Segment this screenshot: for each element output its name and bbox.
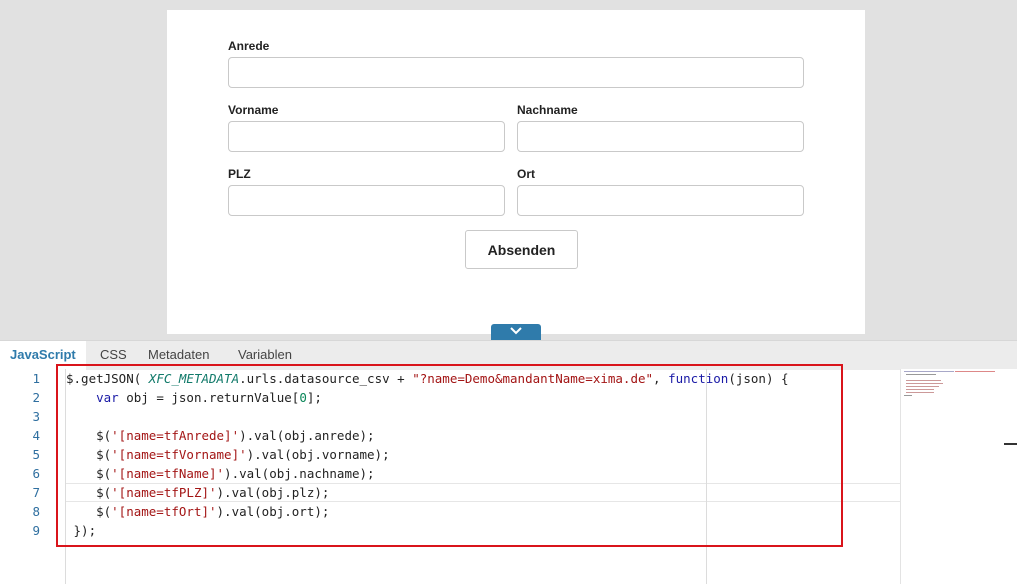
line-number: 5 [32, 447, 40, 462]
vorname-label: Vorname [228, 103, 279, 117]
anrede-label: Anrede [228, 39, 270, 53]
ort-label: Ort [517, 167, 535, 181]
line-number: 2 [32, 390, 40, 405]
line-number: 3 [32, 409, 40, 424]
nachname-label: Nachname [517, 103, 578, 117]
line-number: 6 [32, 466, 40, 481]
nachname-field[interactable] [517, 121, 804, 152]
form-preview: Anrede Vorname Nachname PLZ Ort Absenden [167, 10, 865, 334]
line-number: 1 [32, 371, 40, 386]
collapse-toggle-button[interactable] [491, 324, 541, 340]
line-number: 7 [32, 485, 40, 500]
line-number: 4 [32, 428, 40, 443]
code-minimap[interactable] [900, 369, 1017, 584]
scroll-indicator[interactable] [1004, 443, 1017, 445]
absenden-button[interactable]: Absenden [465, 230, 578, 269]
plz-field[interactable] [228, 185, 505, 216]
line-number: 8 [32, 504, 40, 519]
vorname-field[interactable] [228, 121, 505, 152]
plz-label: PLZ [228, 167, 251, 181]
ort-field[interactable] [517, 185, 804, 216]
highlight-box [56, 364, 843, 547]
chevron-down-icon [510, 327, 522, 335]
line-number: 9 [32, 523, 40, 538]
anrede-field[interactable] [228, 57, 804, 88]
